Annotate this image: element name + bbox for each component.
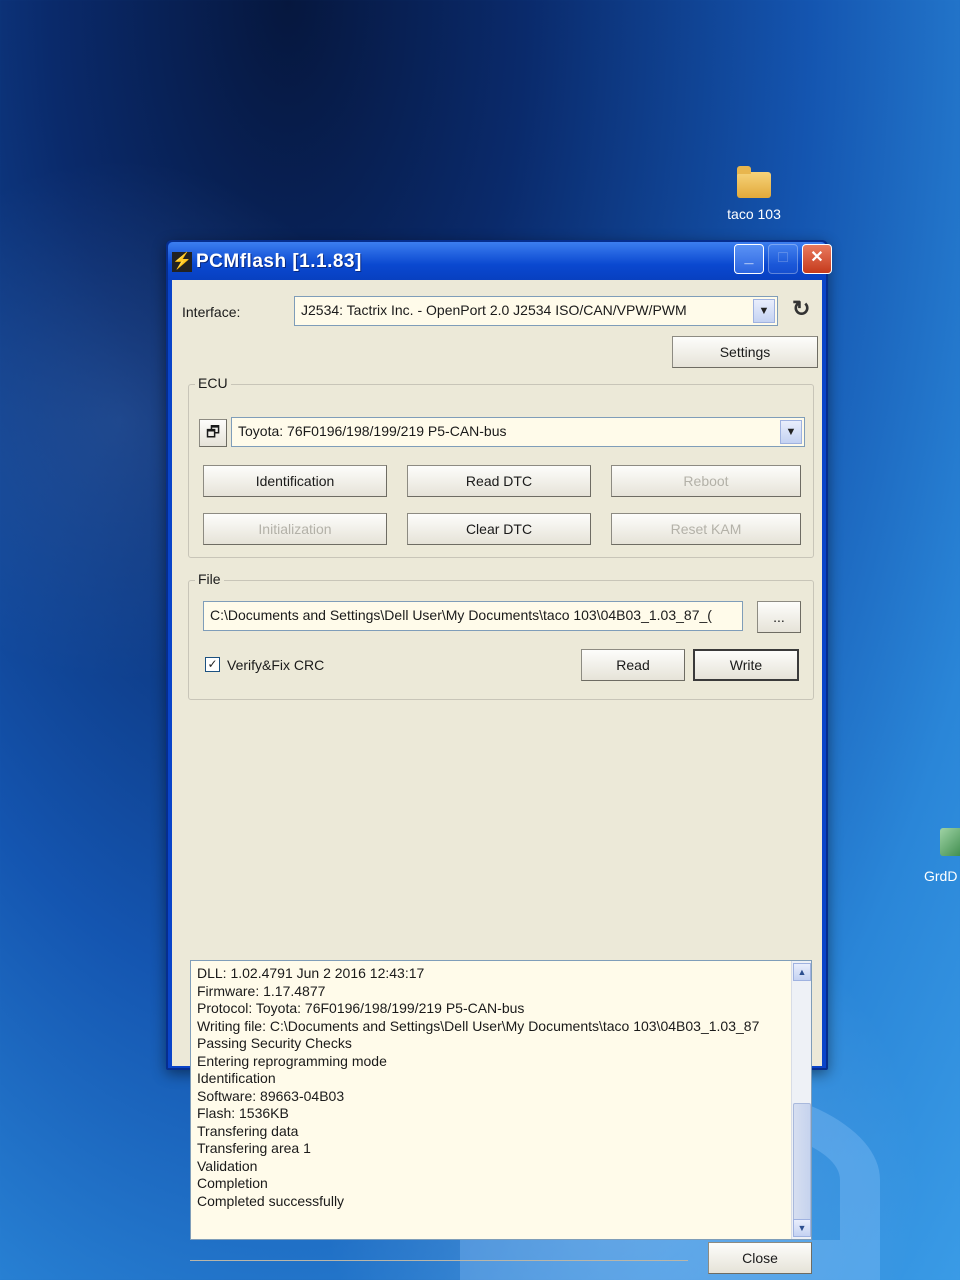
verify-crc-checkbox[interactable]: ✓ xyxy=(205,657,220,672)
reset-kam-button: Reset KAM xyxy=(611,513,801,545)
log-line: Flash: 1536KB xyxy=(197,1105,289,1121)
file-path-value: C:\Documents and Settings\Dell User\My D… xyxy=(210,607,712,623)
ecu-group-title: ECU xyxy=(195,375,231,391)
scroll-up-icon[interactable]: ▲ xyxy=(793,963,811,981)
browse-button[interactable]: ... xyxy=(757,601,801,633)
check-icon: ✓ xyxy=(207,657,218,671)
log-lines: DLL: 1.02.4791 Jun 2 2016 12:43:17 Firmwa… xyxy=(197,965,785,1210)
folder-icon xyxy=(737,166,771,198)
window-client-area: Interface: J2534: Tactrix Inc. - OpenPor… xyxy=(172,280,822,1274)
desktop-icon-taco-103[interactable]: taco 103 xyxy=(716,166,792,222)
ecu-window-button[interactable]: 🗗 xyxy=(199,419,227,447)
log-line: Completed successfully xyxy=(197,1192,345,1209)
refresh-icon[interactable]: ↻ xyxy=(792,296,810,322)
log-scrollbar[interactable]: ▲ ▼ xyxy=(791,961,811,1239)
pcmflash-window: ⚡ PCMflash [1.1.83] _ □ ✕ Interface: J25… xyxy=(166,240,832,1274)
log-line: Identification xyxy=(197,1070,276,1086)
log-line: DLL: 1.02.4791 Jun 2 2016 12:43:17 xyxy=(197,965,425,981)
ecu-select[interactable]: Toyota: 76F0196/198/199/219 P5-CAN-bus ▼ xyxy=(231,417,805,447)
identification-button[interactable]: Identification xyxy=(203,465,387,497)
log-line: Writing file: C:\Documents and Settings\… xyxy=(197,1017,760,1034)
ecu-select-value: Toyota: 76F0196/198/199/219 P5-CAN-bus xyxy=(238,423,507,439)
clear-dtc-button[interactable]: Clear DTC xyxy=(407,513,591,545)
file-path-input[interactable]: C:\Documents and Settings\Dell User\My D… xyxy=(203,601,743,631)
settings-button[interactable]: Settings xyxy=(672,336,818,368)
log-line: Validation xyxy=(197,1157,258,1174)
desktop-icon-label: GrdD xyxy=(924,868,958,884)
interface-label: Interface: xyxy=(182,304,241,320)
minimize-button[interactable]: _ xyxy=(734,244,764,274)
close-button[interactable]: Close xyxy=(708,1242,812,1274)
chevron-down-icon[interactable]: ▼ xyxy=(780,420,802,444)
reboot-button: Reboot xyxy=(611,465,801,497)
log-line: Firmware: 1.17.4877 xyxy=(197,982,326,999)
write-button[interactable]: Write xyxy=(693,649,799,681)
log-line: Protocol: Toyota: 76F0196/198/199/219 P5… xyxy=(197,1000,525,1016)
scroll-thumb[interactable] xyxy=(793,1103,811,1221)
interface-select[interactable]: J2534: Tactrix Inc. - OpenPort 2.0 J2534… xyxy=(294,296,778,326)
log-line: Transfering area 1 xyxy=(197,1140,311,1156)
read-dtc-button[interactable]: Read DTC xyxy=(407,465,591,497)
log-line: Completion xyxy=(197,1175,268,1191)
file-group: File C:\Documents and Settings\Dell User… xyxy=(188,571,814,700)
initialization-button: Initialization xyxy=(203,513,387,545)
app-icon xyxy=(940,828,960,856)
title-bar[interactable]: ⚡ PCMflash [1.1.83] _ □ ✕ xyxy=(168,242,832,280)
chevron-down-icon[interactable]: ▼ xyxy=(753,299,775,323)
verify-crc-label: Verify&Fix CRC xyxy=(227,657,325,673)
log-line: Transfering data xyxy=(197,1122,299,1139)
interface-select-value: J2534: Tactrix Inc. - OpenPort 2.0 J2534… xyxy=(301,302,687,318)
file-group-title: File xyxy=(195,571,224,587)
log-line: Software: 89663-04B03 xyxy=(197,1087,345,1104)
close-window-button[interactable]: ✕ xyxy=(802,244,832,274)
window-title: PCMflash [1.1.83] xyxy=(196,251,362,272)
log-output[interactable]: DLL: 1.02.4791 Jun 2 2016 12:43:17 Firmwa… xyxy=(190,960,812,1240)
pcmflash-app-icon: ⚡ xyxy=(172,252,192,272)
log-line: Entering reprogramming mode xyxy=(197,1052,387,1069)
window-restore-icon: 🗗 xyxy=(205,424,221,441)
ecu-group: ECU 🗗 Toyota: 76F0196/198/199/219 P5-CAN… xyxy=(188,375,814,558)
desktop-icon-label: taco 103 xyxy=(727,206,781,222)
log-line: Passing Security Checks xyxy=(197,1035,352,1051)
maximize-button: □ xyxy=(768,244,798,274)
read-button[interactable]: Read xyxy=(581,649,685,681)
scroll-down-icon[interactable]: ▼ xyxy=(793,1219,811,1237)
desktop-icon-grdd[interactable]: GrdD xyxy=(924,828,960,884)
progress-track xyxy=(190,1260,688,1262)
